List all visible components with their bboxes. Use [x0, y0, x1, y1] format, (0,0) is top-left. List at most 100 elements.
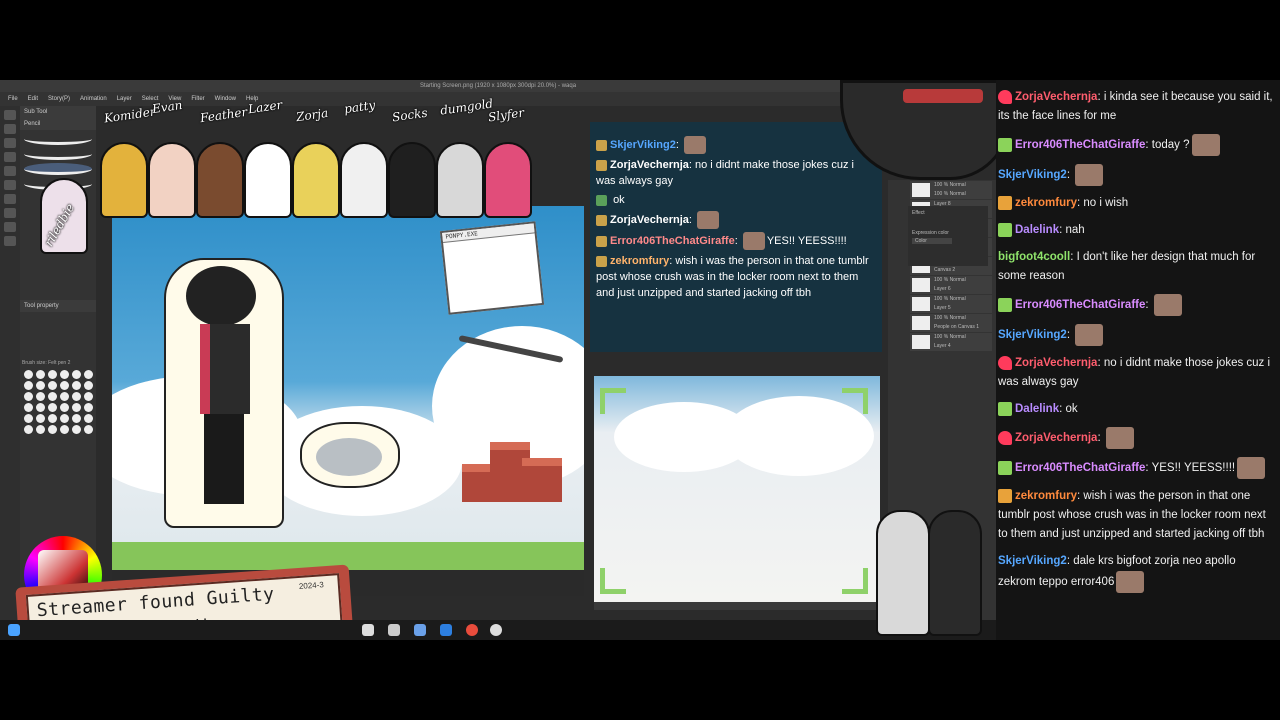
character-sticker: [100, 142, 148, 218]
brush-size-option[interactable]: [84, 414, 93, 423]
chat-message: zekromfury: no i wish: [998, 194, 1274, 213]
chat-message: Error406TheChatGiraffe: YES!! YEESS!!!!: [998, 457, 1274, 479]
brush-size-option[interactable]: [48, 370, 57, 379]
chat-message: ZorjaVechernja:: [998, 427, 1274, 449]
layer-row[interactable]: 100 % Normal Layer 5: [910, 295, 992, 313]
gradient-tool-icon[interactable]: [4, 222, 16, 232]
brush-size-option[interactable]: [24, 403, 33, 412]
layer-name: Layer 6: [934, 286, 951, 292]
character-name: Evan: [151, 97, 184, 117]
vscode-icon[interactable]: [440, 624, 452, 636]
character-sticker: [436, 142, 484, 218]
reference-preview[interactable]: [594, 376, 880, 602]
brush-size-option[interactable]: [24, 370, 33, 379]
grass-strip: [112, 542, 584, 570]
brush-size-option[interactable]: [60, 414, 69, 423]
eraser-tool-icon[interactable]: [4, 194, 16, 204]
pen-tool-icon[interactable]: [4, 166, 16, 176]
brush-size-option[interactable]: [48, 381, 57, 390]
brush-size-option[interactable]: [36, 370, 45, 379]
eyedropper-tool-icon[interactable]: [4, 152, 16, 162]
character-name: dumgold: [439, 96, 494, 118]
layer-row[interactable]: 100 % Normal 100 % Normal: [910, 181, 992, 199]
layer-row[interactable]: 100 % Normal Layer 6: [910, 276, 992, 294]
character-sticker: [388, 142, 436, 218]
tool-property-tab[interactable]: Tool property: [20, 300, 96, 312]
app-icon[interactable]: [490, 624, 502, 636]
brush-size-option[interactable]: [60, 381, 69, 390]
brush-size-option[interactable]: [72, 370, 81, 379]
frame-corner: [842, 388, 868, 414]
chat-message: Error406TheChatGiraffe:: [998, 294, 1274, 316]
brush-size-option[interactable]: [72, 403, 81, 412]
chat-username: zekromfury: [1015, 197, 1077, 209]
chrome-icon[interactable]: [466, 624, 478, 636]
layer-name: 100 % Normal: [934, 191, 966, 197]
brush-tool-icon[interactable]: [4, 180, 16, 190]
brush-size-option[interactable]: [36, 392, 45, 401]
chat-message: ZorjaVechernja: i kinda see it because y…: [998, 89, 1273, 122]
fill-tool-icon[interactable]: [4, 208, 16, 218]
chat-message: zekromfury: wish i was the person in tha…: [998, 488, 1266, 540]
chat-badge-icon: [596, 139, 607, 151]
chat-preview-message: ok: [596, 192, 876, 208]
brush-size-option[interactable]: [36, 414, 45, 423]
main-canvas[interactable]: PONPY.EXE: [112, 206, 584, 596]
layer-row[interactable]: 100 % Normal People on Canvas 1: [910, 314, 992, 332]
chat-emote: [1237, 457, 1266, 479]
layer-row[interactable]: 100 % Normal Layer 4: [910, 333, 992, 351]
brush-size-option[interactable]: [36, 381, 45, 390]
brush-size-option[interactable]: [48, 414, 57, 423]
reference-status-bar: [594, 602, 880, 610]
chat-username: SkjerViking2: [610, 138, 676, 151]
brush-size-option[interactable]: [60, 425, 69, 434]
brush-size-option[interactable]: [48, 392, 57, 401]
chat-text: today ?: [1151, 139, 1190, 152]
brush-size-option[interactable]: [72, 425, 81, 434]
brush-size-option[interactable]: [84, 392, 93, 401]
chat-username: Error406TheChatGiraffe: [1015, 299, 1146, 312]
taskbar: [0, 620, 996, 640]
zoom-tool-icon[interactable]: [4, 110, 16, 120]
layer-name: People on Canvas 1: [934, 324, 980, 330]
chat-preview-message: Error406TheChatGiraffe: YES!! YEESS!!!!: [596, 232, 876, 250]
heart-badge-icon: [998, 355, 1012, 370]
move-tool-icon[interactable]: [4, 124, 16, 134]
brush-size-option[interactable]: [72, 381, 81, 390]
brush-size-option[interactable]: [48, 425, 57, 434]
color-dropdown[interactable]: Color: [912, 238, 952, 244]
chat-preview-message: ZorjaVechernja:: [596, 211, 876, 229]
select-tool-icon[interactable]: [4, 138, 16, 148]
layer-name: Canvas 2: [934, 267, 956, 273]
heart-badge-icon: [998, 89, 1012, 104]
app-icon[interactable]: [388, 624, 400, 636]
brush-size-option[interactable]: [84, 403, 93, 412]
brush-size-option[interactable]: [84, 425, 93, 434]
brush-size-option[interactable]: [60, 403, 69, 412]
brush-size-option[interactable]: [60, 370, 69, 379]
brush-size-option[interactable]: [60, 392, 69, 401]
brush-size-option[interactable]: [48, 403, 57, 412]
brush-size-option[interactable]: [24, 414, 33, 423]
windows-start-icon[interactable]: [8, 624, 20, 636]
app-icon[interactable]: [362, 624, 374, 636]
chat-badge-icon: [596, 194, 607, 206]
brush-size-option[interactable]: [84, 370, 93, 379]
brush-size-label: Brush size: Felt pen 2: [22, 360, 71, 366]
chat-message: Error406TheChatGiraffe: today ?: [998, 134, 1274, 156]
chat-badge-icon: [596, 255, 607, 267]
menu-item[interactable]: File: [8, 92, 18, 106]
brush-size-option[interactable]: [72, 414, 81, 423]
brush-size-option[interactable]: [24, 381, 33, 390]
brush-size-option[interactable]: [72, 392, 81, 401]
text-tool-icon[interactable]: [4, 236, 16, 246]
guilty-date: 2024-3: [298, 580, 325, 591]
brush-size-option[interactable]: [24, 392, 33, 401]
browser-icon[interactable]: [414, 624, 426, 636]
brush-size-option[interactable]: [36, 403, 45, 412]
menu-item[interactable]: Edit: [28, 92, 38, 106]
brush-size-option[interactable]: [24, 425, 33, 434]
brush-size-option[interactable]: [84, 381, 93, 390]
brush-size-option[interactable]: [36, 425, 45, 434]
chat-message: SkjerViking2:: [998, 164, 1274, 186]
